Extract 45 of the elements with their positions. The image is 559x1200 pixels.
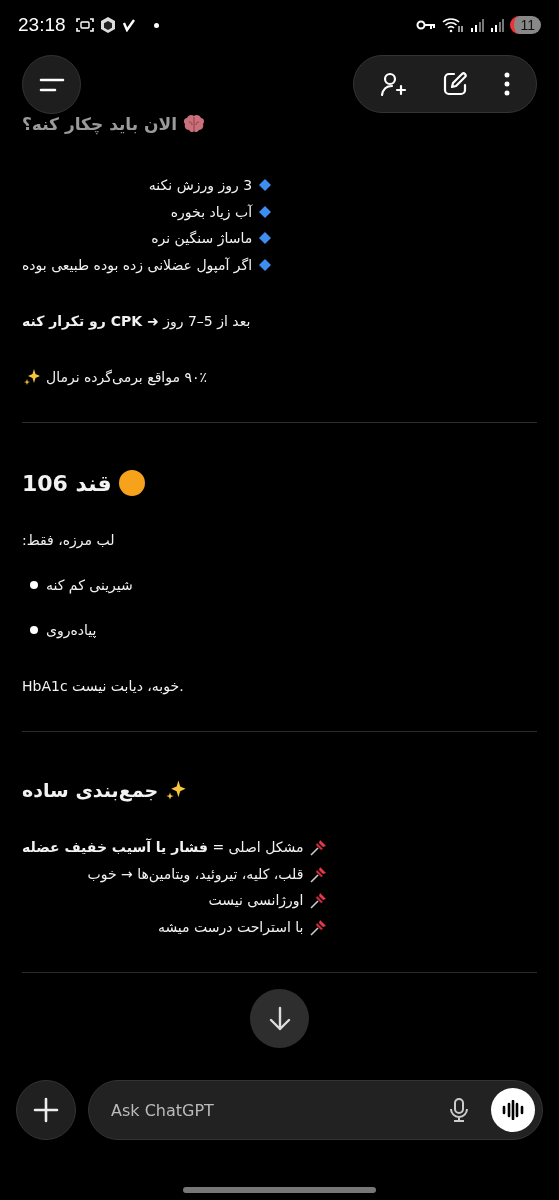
waveform-icon (501, 1100, 525, 1120)
list-item: پیاده‌روی (46, 621, 97, 641)
list-item: با استراحت درست میشه (157, 918, 304, 935)
section-heading: قند 106 (22, 470, 112, 496)
circle-icon (117, 469, 146, 497)
section-heading: الان باید چکار کنه؟ (22, 114, 178, 134)
list-item: اگر آمپول عضلانی زده بوده طبیعی بوده (22, 256, 253, 273)
cube-icon (99, 16, 116, 34)
plus-icon (33, 1097, 59, 1123)
check-icon (121, 18, 136, 32)
battery-indicator: 11 (510, 16, 541, 34)
down-arrow-icon (267, 1005, 292, 1032)
diamond-icon (258, 204, 273, 219)
list-item: شیرینی کم کنه (46, 576, 133, 596)
bullet-icon (30, 581, 38, 589)
diamond-icon (258, 231, 273, 246)
list-item: مشکل اصلی = فشار یا آسیب خفیف عضله (22, 839, 304, 856)
screenshot-icon (75, 17, 94, 33)
paragraph: HbA1c خوبه، دیابت نیست. (22, 677, 184, 697)
paragraph: بعد از 5–7 روز ➜ CPK رو تکرار کنه (22, 312, 251, 332)
key-icon (416, 19, 437, 31)
wifi-icon (442, 17, 465, 33)
more-icon (503, 70, 511, 98)
diamond-icon (258, 257, 273, 272)
edit-icon (441, 70, 469, 98)
list-item: قلب، کلیه، تیروئید، ویتامین‌ها → خوب (87, 865, 304, 882)
section-heading: جمع‌بندی ساده (22, 779, 159, 801)
voice-mode-button[interactable] (491, 1088, 535, 1132)
add-person-icon (379, 70, 407, 98)
list-item: آب زیاد بخوره (170, 203, 253, 220)
bullet-icon (30, 626, 38, 634)
diamond-icon (258, 178, 273, 193)
list-item: 3 روز ورزش نکنه (148, 177, 253, 194)
message-input[interactable]: Ask ChatGPT (109, 1099, 427, 1121)
brain-icon (183, 114, 206, 134)
signal-icon (470, 18, 485, 32)
list-item: اورژانسی نیست (208, 892, 304, 909)
microphone-icon[interactable] (449, 1097, 469, 1123)
notification-dot (153, 22, 159, 28)
menu-icon (38, 77, 65, 92)
list-item: ماساژ سنگین نره (151, 230, 253, 247)
paragraph: ۹۰٪ مواقع برمی‌گرده نرمال (46, 368, 207, 388)
paragraph: لب مرزه، فقط: (22, 531, 115, 551)
signal-icon (490, 18, 505, 32)
clock: 23:18 (18, 14, 66, 36)
